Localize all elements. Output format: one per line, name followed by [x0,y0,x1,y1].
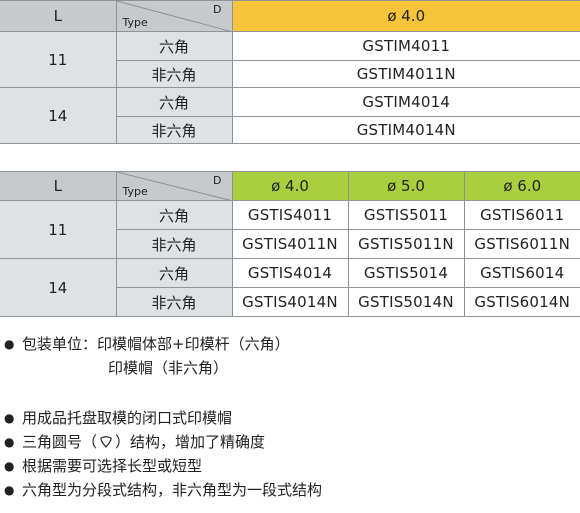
product-code: GSTIS4011 [231,200,349,230]
bullet-icon: ● [4,411,15,425]
type-value: 六角 [115,258,233,288]
product-code: GSTIS5011N [347,229,465,259]
feature-text: 根据需要可选择长型或短型 [22,457,203,475]
l-value: 11 [0,200,117,259]
spec-table-gstim: L Type D ø 4.0 11 六角 GSTIM4011 非六角 GSTIM… [0,0,580,144]
list-item: ● 用成品托盘取模的闭口式印模帽 [4,406,322,430]
feature-text: 六角型为分段式结构，非六角型为一段式结构 [22,481,323,499]
feature-text: 用成品托盘取模的闭口式印模帽 [22,409,233,427]
l-value: 11 [0,31,117,88]
product-code: GSTIM4011N [231,60,580,88]
feature-text: ）结构，增加了精确度 [115,433,266,451]
l-header: L [0,171,117,201]
type-d-header: Type D [115,171,233,201]
diameter-header: ø 4.0 [231,171,349,201]
type-value: 非六角 [116,116,233,144]
packaging-line-1: 包装单位：印模帽体部+印模杆（六角） [22,335,290,353]
packaging-line-2: 印模帽（非六角） [108,359,229,377]
product-code: GSTIS4014 [231,258,349,288]
bullet-icon: ● [4,337,15,351]
product-code: GSTIS6014N [463,287,580,317]
l-value: 14 [0,258,117,317]
type-value: 六角 [115,31,233,61]
type-label: Type [122,185,148,198]
product-code: GSTIM4011 [231,31,580,61]
d-label: D [213,174,222,187]
bullet-icon: ● [4,435,15,449]
type-value: 非六角 [116,287,233,317]
l-value: 14 [0,87,117,144]
feature-text: 三角圆号（ [22,433,98,451]
type-value: 六角 [115,200,233,230]
product-code: GSTIS5014 [347,258,465,288]
product-code: GSTIM4014 [231,87,580,117]
list-item: ● 三角圆号（ ）结构，增加了精确度 [4,430,322,454]
product-code: GSTIS4011N [231,229,349,259]
product-code: GSTIS6011 [463,200,580,230]
bullet-icon: ● [4,459,15,473]
feature-list: ● 用成品托盘取模的闭口式印模帽 ● 三角圆号（ ）结构，增加了精确度 ● 根据… [4,406,322,502]
type-value: 六角 [115,87,233,117]
triangle-round-icon [100,436,112,448]
d-label: D [213,3,222,16]
product-code: GSTIM4014N [231,116,580,144]
packaging-note: ● 包装单位：印模帽体部+印模杆（六角） 印模帽（非六角） [4,332,290,380]
type-label: Type [122,16,148,29]
product-code: GSTIS6011N [463,229,580,259]
diameter-header: ø 5.0 [347,171,465,201]
bullet-icon: ● [4,483,15,497]
diameter-header: ø 6.0 [463,171,580,201]
type-d-header: Type D [115,0,233,32]
product-code: GSTIS6014 [463,258,580,288]
type-value: 非六角 [116,229,233,259]
type-value: 非六角 [116,60,233,88]
product-code: GSTIS5014N [347,287,465,317]
list-item: ● 六角型为分段式结构，非六角型为一段式结构 [4,478,322,502]
product-code: GSTIS5011 [347,200,465,230]
diameter-header: ø 4.0 [231,0,580,32]
product-code: GSTIS4014N [231,287,349,317]
l-header: L [0,0,117,32]
list-item: ● 根据需要可选择长型或短型 [4,454,322,478]
spec-table-gstis: L Type D ø 4.0 ø 5.0 ø 6.0 11 六角 GSTIS40… [0,171,580,317]
